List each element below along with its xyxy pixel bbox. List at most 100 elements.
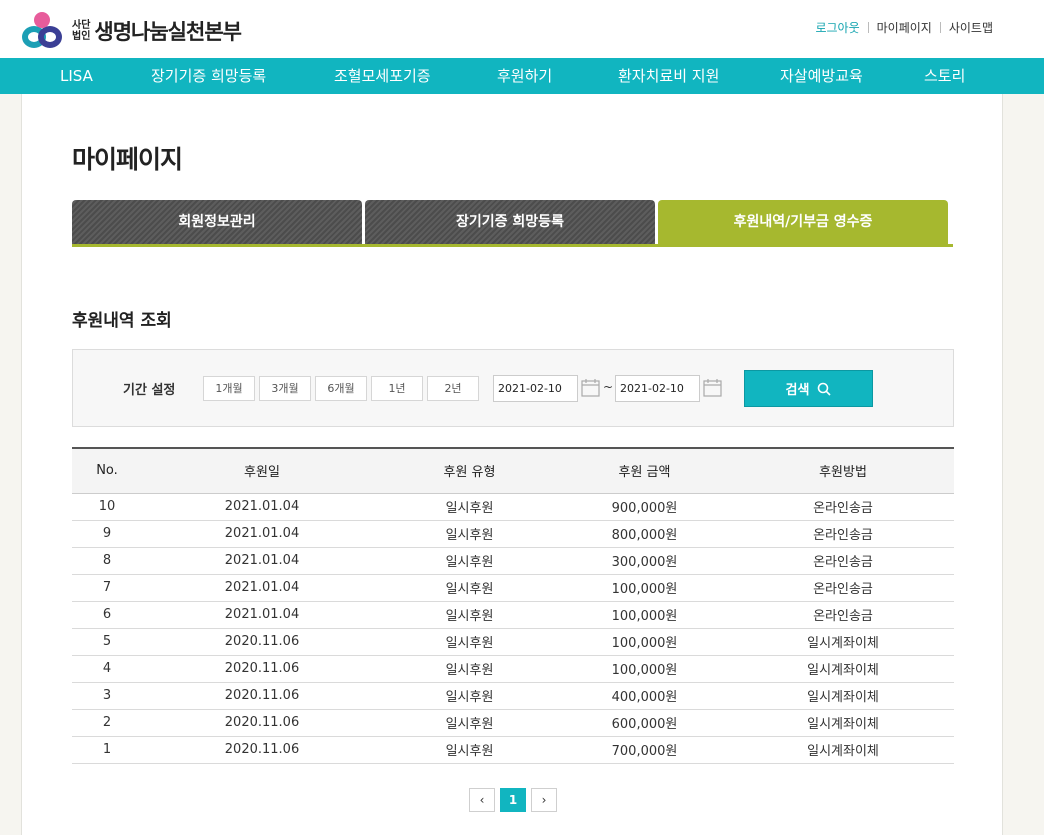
cell-no: 8 bbox=[72, 547, 142, 575]
cell-no: 5 bbox=[72, 628, 142, 656]
cell-type: 일시후원 bbox=[382, 520, 557, 548]
cell-method: 온라인송금 bbox=[732, 547, 954, 575]
cell-date: 2020.11.06 bbox=[142, 736, 382, 764]
date-range-separator: ~ bbox=[603, 380, 614, 394]
cell-method: 일시계좌이체 bbox=[732, 628, 954, 656]
table-row: 4 2020.11.06 일시후원 100,000원 일시계좌이체 bbox=[72, 655, 954, 683]
table-row: 5 2020.11.06 일시후원 100,000원 일시계좌이체 bbox=[72, 628, 954, 656]
nav-item-organ-donation[interactable]: 장기기증 희망등록 bbox=[151, 58, 266, 94]
cell-amount: 100,000원 bbox=[557, 628, 732, 656]
cell-date: 2020.11.06 bbox=[142, 682, 382, 710]
period-1year-button[interactable]: 1년 bbox=[371, 376, 423, 401]
logo-emblem-icon bbox=[20, 12, 64, 50]
column-header-date: 후원일 bbox=[142, 448, 382, 494]
logo-subtitle: 사단 법인 bbox=[72, 20, 90, 42]
section-title: 후원내역 조회 bbox=[72, 311, 172, 331]
calendar-icon[interactable] bbox=[703, 378, 722, 397]
cell-type: 일시후원 bbox=[382, 709, 557, 737]
next-page-button[interactable]: › bbox=[531, 788, 557, 812]
period-2year-button[interactable]: 2년 bbox=[427, 376, 479, 401]
search-button-label: 검색 bbox=[785, 383, 810, 398]
prev-page-button[interactable]: ‹ bbox=[469, 788, 495, 812]
cell-amount: 100,000원 bbox=[557, 601, 732, 629]
column-header-no: No. bbox=[72, 448, 142, 494]
pagination: ‹ 1 › bbox=[469, 788, 557, 812]
tab-donation-history[interactable]: 후원내역/기부금 영수증 bbox=[658, 200, 948, 244]
search-filter: 기간 설정 1개월 3개월 6개월 1년 2년 2021-02-10 ~ 202… bbox=[72, 349, 954, 427]
cell-no: 9 bbox=[72, 520, 142, 548]
cell-no: 1 bbox=[72, 736, 142, 764]
cell-date: 2020.11.06 bbox=[142, 709, 382, 737]
page-title: 마이페이지 bbox=[72, 145, 183, 174]
cell-method: 온라인송금 bbox=[732, 493, 954, 521]
cell-no: 4 bbox=[72, 655, 142, 683]
cell-no: 7 bbox=[72, 574, 142, 602]
cell-type: 일시후원 bbox=[382, 655, 557, 683]
period-label: 기간 설정 bbox=[123, 383, 176, 398]
cell-date: 2021.01.04 bbox=[142, 520, 382, 548]
cell-amount: 300,000원 bbox=[557, 547, 732, 575]
mypage-link[interactable]: 마이페이지 bbox=[869, 19, 940, 36]
cell-type: 일시후원 bbox=[382, 574, 557, 602]
cell-date: 2021.01.04 bbox=[142, 574, 382, 602]
site-logo[interactable]: 사단 법인 생명나눔실천본부 bbox=[20, 12, 242, 50]
nav-item-support[interactable]: 후원하기 bbox=[497, 58, 552, 94]
nav-item-suicide-prevention[interactable]: 자살예방교육 bbox=[780, 58, 863, 94]
cell-date: 2021.01.04 bbox=[142, 493, 382, 521]
logo-sub-top: 사단 bbox=[72, 20, 91, 31]
cell-amount: 400,000원 bbox=[557, 682, 732, 710]
period-3month-button[interactable]: 3개월 bbox=[259, 376, 311, 401]
cell-amount: 800,000원 bbox=[557, 520, 732, 548]
cell-amount: 900,000원 bbox=[557, 493, 732, 521]
cell-type: 일시후원 bbox=[382, 628, 557, 656]
date-from-input[interactable]: 2021-02-10 bbox=[493, 375, 578, 402]
mypage-tabs: 회원정보관리 장기기증 희망등록 후원내역/기부금 영수증 bbox=[72, 200, 953, 247]
table-row: 8 2021.01.04 일시후원 300,000원 온라인송금 bbox=[72, 547, 954, 575]
cell-no: 2 bbox=[72, 709, 142, 737]
cell-date: 2020.11.06 bbox=[142, 628, 382, 656]
cell-date: 2021.01.04 bbox=[142, 601, 382, 629]
calendar-icon[interactable] bbox=[581, 378, 600, 397]
column-header-type: 후원 유형 bbox=[382, 448, 557, 494]
cell-type: 일시후원 bbox=[382, 736, 557, 764]
nav-item-lisa[interactable]: LISA bbox=[60, 58, 93, 94]
cell-date: 2021.01.04 bbox=[142, 547, 382, 575]
logout-link[interactable]: 로그아웃 bbox=[807, 19, 867, 36]
cell-type: 일시후원 bbox=[382, 682, 557, 710]
cell-amount: 100,000원 bbox=[557, 574, 732, 602]
column-header-amount: 후원 금액 bbox=[557, 448, 732, 494]
tab-organ-registration[interactable]: 장기기증 희망등록 bbox=[365, 200, 655, 244]
table-row: 7 2021.01.04 일시후원 100,000원 온라인송금 bbox=[72, 574, 954, 602]
cell-method: 일시계좌이체 bbox=[732, 709, 954, 737]
page-1-button[interactable]: 1 bbox=[500, 788, 526, 812]
cell-amount: 700,000원 bbox=[557, 736, 732, 764]
table-row: 10 2021.01.04 일시후원 900,000원 온라인송금 bbox=[72, 493, 954, 521]
sitemap-link[interactable]: 사이트맵 bbox=[941, 19, 1001, 36]
cell-amount: 600,000원 bbox=[557, 709, 732, 737]
table-row: 2 2020.11.06 일시후원 600,000원 일시계좌이체 bbox=[72, 709, 954, 737]
tab-member-info[interactable]: 회원정보관리 bbox=[72, 200, 362, 244]
column-header-method: 후원방법 bbox=[732, 448, 954, 494]
table-header-row: No. 후원일 후원 유형 후원 금액 후원방법 bbox=[72, 448, 954, 494]
period-1month-button[interactable]: 1개월 bbox=[203, 376, 255, 401]
utility-links: 로그아웃 마이페이지 사이트맵 bbox=[807, 19, 1001, 36]
logo-sub-bottom: 법인 bbox=[72, 31, 91, 42]
search-button[interactable]: 검색 bbox=[744, 370, 873, 407]
cell-no: 10 bbox=[72, 493, 142, 521]
cell-no: 6 bbox=[72, 601, 142, 629]
donation-history-table: No. 후원일 후원 유형 후원 금액 후원방법 10 2021.01.04 일시후… bbox=[72, 447, 954, 764]
cell-method: 일시계좌이체 bbox=[732, 682, 954, 710]
nav-item-stem-cell[interactable]: 조혈모세포기증 bbox=[334, 58, 431, 94]
cell-method: 온라인송금 bbox=[732, 520, 954, 548]
nav-item-story[interactable]: 스토리 bbox=[924, 58, 965, 94]
logo-name: 생명나눔실천본부 bbox=[94, 20, 242, 44]
cell-date: 2020.11.06 bbox=[142, 655, 382, 683]
content-panel: 마이페이지 회원정보관리 장기기증 희망등록 후원내역/기부금 영수증 후원내역… bbox=[21, 94, 1003, 835]
date-to-input[interactable]: 2021-02-10 bbox=[615, 375, 700, 402]
nav-item-patient-aid[interactable]: 환자치료비 지원 bbox=[618, 58, 719, 94]
top-header: 사단 법인 생명나눔실천본부 로그아웃 마이페이지 사이트맵 bbox=[0, 0, 1044, 58]
search-icon bbox=[818, 382, 832, 396]
cell-no: 3 bbox=[72, 682, 142, 710]
cell-type: 일시후원 bbox=[382, 601, 557, 629]
period-6month-button[interactable]: 6개월 bbox=[315, 376, 367, 401]
